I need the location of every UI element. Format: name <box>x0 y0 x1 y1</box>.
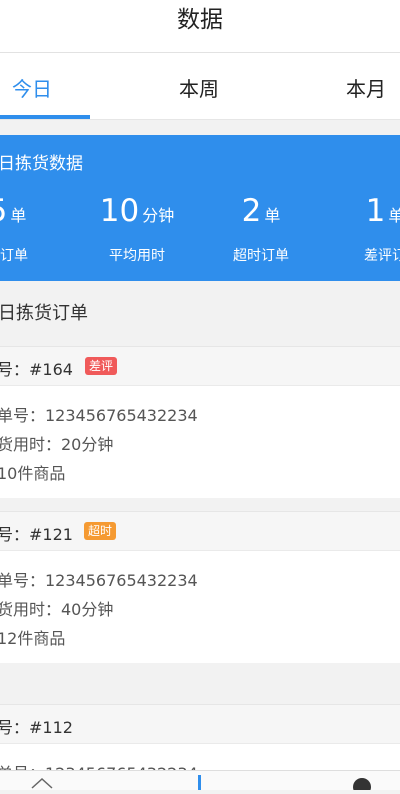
tab-this-week[interactable]: 本周 <box>179 73 219 102</box>
order-number: 号：#164 <box>0 360 73 379</box>
order-number: 号：#121 <box>0 525 73 544</box>
order-id-line: 单号：123456765432234 <box>0 571 198 590</box>
order-details: 单号：123456765432234 货用时：40分钟 12件商品 <box>0 551 400 654</box>
stat-value: 10 <box>99 193 140 229</box>
stat-value: 2 <box>241 193 262 229</box>
order-header: 号：#164 差评 <box>0 346 400 386</box>
stat-unit: 单 <box>10 206 27 225</box>
stat-unit: 分钟 <box>142 206 175 225</box>
pick-time-line: 货用时：40分钟 <box>0 600 114 619</box>
pick-time-line: 货用时：20分钟 <box>0 435 114 454</box>
order-number: 号：#112 <box>0 718 73 737</box>
stat-label: 平均用时 <box>109 248 165 264</box>
order-card[interactable]: 号：#121 超时 单号：123456765432234 货用时：40分钟 12… <box>0 511 400 663</box>
stat-bad-review-orders: 1单 <box>320 193 400 229</box>
order-id-line: 单号：123456765432234 <box>0 406 198 425</box>
stat-overtime-orders: 2单 <box>196 193 326 229</box>
banner-title: 日拣货数据 <box>0 154 83 174</box>
tab-bar: 今日 本周 本月 <box>0 53 400 120</box>
order-header: 号：#112 <box>0 704 400 744</box>
item-count-line: 12件商品 <box>0 629 66 648</box>
navigation-bar: 数据 <box>0 0 400 53</box>
overtime-badge: 超时 <box>84 522 117 540</box>
stat-label: 差评订 <box>364 248 400 264</box>
item-count-line: 10件商品 <box>0 464 66 483</box>
section-title: 日拣货订单 <box>0 303 88 324</box>
profile-icon[interactable] <box>352 775 372 794</box>
stat-completed-orders: 5单 <box>0 193 72 229</box>
order-header: 号：#121 超时 <box>0 511 400 551</box>
home-icon[interactable] <box>30 775 54 794</box>
stat-unit: 单 <box>264 206 281 225</box>
bottom-tab-bar <box>0 770 400 794</box>
data-icon[interactable] <box>196 775 204 794</box>
stat-label: 超时订单 <box>233 248 289 264</box>
tab-today[interactable]: 今日 <box>12 73 52 102</box>
stats-banner: 日拣货数据 5单 成订单 10分钟 平均用时 2单 超时订单 1单 差评订 <box>0 135 400 281</box>
stat-value: 5 <box>0 193 7 229</box>
tab-this-month[interactable]: 本月 <box>346 73 386 102</box>
stat-label: 成订单 <box>0 248 28 264</box>
stat-value: 1 <box>365 193 386 229</box>
page-title: 数据 <box>177 7 223 33</box>
order-card[interactable]: 号：#164 差评 单号：123456765432234 货用时：20分钟 10… <box>0 346 400 498</box>
order-details: 单号：123456765432234 货用时：20分钟 10件商品 <box>0 386 400 489</box>
stat-average-time: 10 分钟 <box>72 193 202 229</box>
bad-review-badge: 差评 <box>85 357 118 375</box>
active-tab-indicator <box>0 115 90 119</box>
stat-unit: 单 <box>388 206 400 225</box>
